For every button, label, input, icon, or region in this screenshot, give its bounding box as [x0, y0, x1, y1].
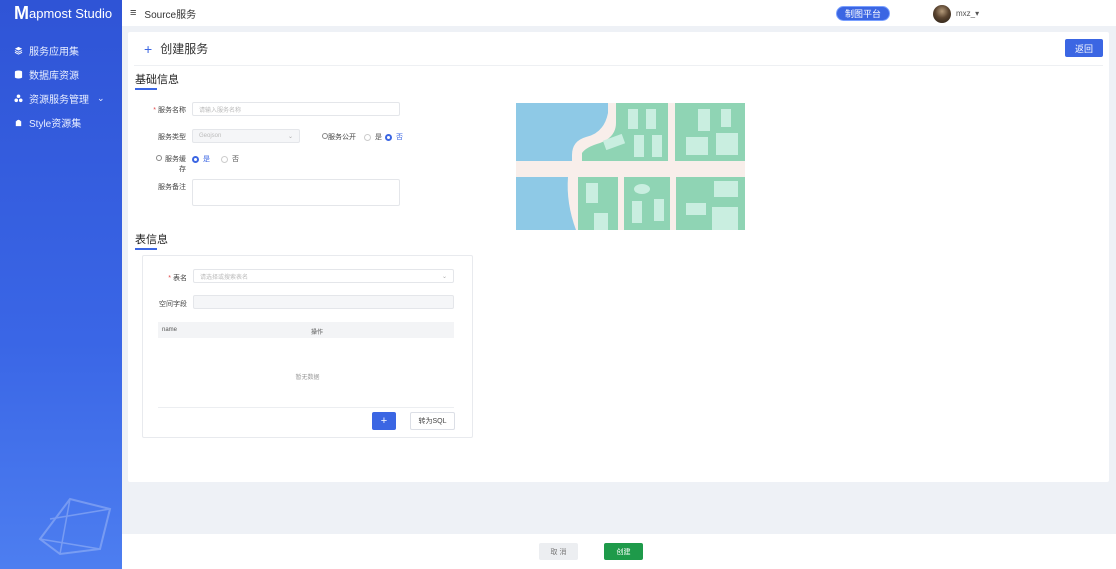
chevron-down-icon: ⌄ — [287, 134, 293, 140]
service-name-label: * 服务名称 — [153, 107, 186, 114]
sidebar-item-label: 数据库资源 — [29, 70, 79, 82]
table-info-panel: * 表名 请选择或搜索表名 ⌄ 空间字段 name 操作 暂无数据 + 转为SQL — [142, 255, 473, 438]
plus-icon: + — [144, 40, 153, 57]
service-remark-label: 服务备注 — [158, 184, 186, 191]
create-button[interactable]: 创建 — [604, 543, 643, 560]
service-name-input[interactable]: 请输入服务名称 — [192, 102, 400, 116]
service-type-select[interactable]: Geojson ⌄ — [192, 129, 300, 143]
sidebar-item-label: Style资源集 — [29, 118, 82, 130]
field-table-header: name 操作 — [158, 322, 454, 338]
column-header-action: 操作 — [311, 330, 324, 336]
app-logo[interactable]: M apmost Studio — [0, 0, 122, 26]
service-type-value: Geojson — [199, 133, 222, 139]
logo-mark: M — [14, 2, 29, 23]
table-info-title: 表信息 — [135, 231, 168, 250]
cluster-icon — [14, 93, 23, 102]
basic-info-title: 基础信息 — [135, 71, 179, 90]
public-yes-radio[interactable]: 是 — [364, 132, 382, 142]
radio-dot — [364, 133, 371, 141]
layers-icon — [14, 46, 23, 55]
avatar[interactable] — [933, 5, 951, 23]
add-field-button[interactable]: + — [372, 412, 396, 430]
side-menu: 服务应用集 数据库资源 资源服务管理 ⌄ Style资源集 — [0, 38, 122, 134]
sidebar: M apmost Studio 服务应用集 数据库资源 资源服务管理 ⌄ Sty… — [0, 0, 122, 569]
column-header-name: name — [162, 327, 178, 333]
breadcrumb: Source服务 — [144, 9, 197, 21]
radio-dot — [221, 155, 228, 163]
table-name-placeholder: 请选择或搜索表名 — [200, 274, 249, 281]
chevron-down-icon: ⌄ — [441, 274, 447, 280]
map-platform-button[interactable]: 制图平台 — [836, 6, 891, 21]
menu-toggle-icon[interactable]: ≡ — [130, 7, 136, 19]
service-public-label: 服务公开 — [328, 134, 356, 141]
radio-dot — [385, 133, 392, 141]
chevron-down-icon: ⌄ — [97, 92, 105, 103]
card-header: + 创建服务 — [134, 32, 1103, 66]
sidebar-item-resource-management[interactable]: 资源服务管理 ⌄ — [0, 86, 122, 110]
service-remark-textarea[interactable] — [192, 179, 400, 206]
sidebar-item-service-apps[interactable]: 服务应用集 — [0, 38, 122, 62]
empty-state: 暂无数据 — [295, 375, 320, 381]
user-menu[interactable]: mxz_▾ — [956, 9, 979, 18]
footer-bar: 取 消 创建 — [122, 534, 1116, 569]
cancel-button[interactable]: 取 消 — [539, 543, 578, 560]
style-icon — [15, 119, 22, 126]
table-name-label: * 表名 — [168, 275, 187, 282]
service-type-label: 服务类型 — [158, 134, 186, 141]
service-cache-label: 服务缓存 — [165, 156, 186, 173]
cache-no-radio[interactable]: 否 — [221, 154, 239, 164]
logo-text: apmost Studio — [29, 5, 113, 21]
create-service-card: + 创建服务 返回 基础信息 * 服务名称 请输入服务名称 服务类型 Geojso… — [128, 32, 1109, 482]
sidebar-item-database[interactable]: 数据库资源 — [0, 62, 122, 86]
table-name-select[interactable]: 请选择或搜索表名 ⌄ — [193, 269, 454, 283]
divider — [158, 407, 454, 408]
sidebar-item-label: 服务应用集 — [29, 46, 79, 58]
sidebar-item-style[interactable]: Style资源集 — [0, 110, 122, 134]
sidebar-decoration — [38, 497, 112, 556]
cache-yes-radio[interactable]: 是 — [192, 154, 210, 164]
back-button[interactable]: 返回 — [1064, 39, 1103, 57]
spatial-field-label: 空间字段 — [159, 301, 187, 308]
database-icon — [14, 69, 23, 79]
sidebar-item-label: 资源服务管理 — [29, 94, 89, 106]
convert-sql-button[interactable]: 转为SQL — [410, 412, 455, 430]
map-preview — [516, 103, 745, 230]
radio-dot — [192, 155, 199, 163]
spatial-field-input[interactable] — [193, 295, 454, 309]
page-title: 创建服务 — [160, 42, 209, 56]
public-no-radio[interactable]: 否 — [385, 132, 403, 142]
